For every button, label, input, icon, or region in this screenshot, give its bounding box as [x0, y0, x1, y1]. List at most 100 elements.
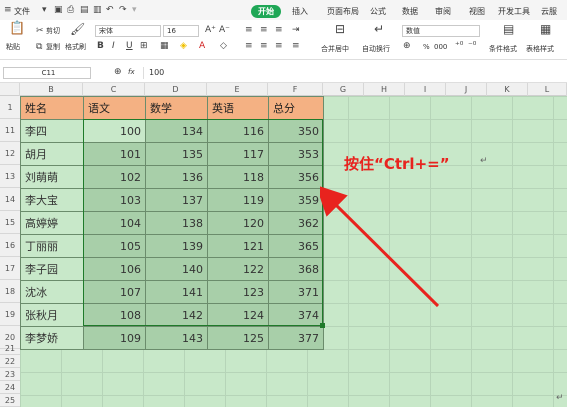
row-header[interactable]: 15 [0, 211, 20, 234]
cell-name[interactable]: 李梦娇 [20, 326, 84, 350]
tab-data[interactable]: 数据 [402, 6, 418, 17]
column-header[interactable]: G [323, 83, 364, 96]
column-header[interactable]: I [405, 83, 446, 96]
merge-center-button[interactable]: 合并居中 [321, 44, 349, 54]
column-header[interactable]: C [83, 83, 145, 96]
cell-name[interactable]: 沈冰 [20, 280, 84, 304]
cell-value[interactable]: 104 [83, 211, 146, 235]
bold-button[interactable]: B [97, 41, 104, 51]
cell-value[interactable]: 108 [83, 303, 146, 327]
menu-file[interactable]: 文件 [14, 6, 30, 17]
justify-icon[interactable]: ≡ [292, 41, 300, 51]
cell-value[interactable]: 122 [207, 257, 269, 281]
preview-icon[interactable]: ▥ [93, 5, 102, 15]
tab-view[interactable]: 视图 [469, 6, 485, 17]
cell-value[interactable]: 102 [83, 165, 146, 189]
cell-value[interactable]: 124 [207, 303, 269, 327]
cell-value[interactable]: 105 [83, 234, 146, 258]
cell-value[interactable]: 142 [145, 303, 208, 327]
shrink-font-icon[interactable]: A⁻ [219, 25, 230, 35]
cell-name[interactable]: 胡月 [20, 142, 84, 166]
tab-formula[interactable]: 公式 [370, 6, 386, 17]
conditional-format-button[interactable]: 条件格式 [489, 44, 517, 54]
cell-value[interactable]: 359 [268, 188, 324, 212]
name-box[interactable]: C11 [3, 67, 91, 79]
clear-format-icon[interactable]: ◇ [220, 41, 227, 51]
export-icon[interactable]: ⎙ [67, 5, 74, 15]
indent-icon[interactable]: ⇥ [292, 25, 300, 35]
row-header[interactable]: 16 [0, 234, 20, 257]
cell-value[interactable]: 368 [268, 257, 324, 281]
print-icon[interactable]: ▤ [80, 5, 89, 15]
tab-developer[interactable]: 开发工具 [498, 6, 530, 17]
select-all-corner[interactable] [0, 83, 20, 96]
italic-button[interactable]: I [112, 41, 115, 51]
row-header[interactable]: 19 [0, 303, 20, 326]
align-top-icon[interactable]: ≡ [245, 25, 253, 35]
currency-icon[interactable]: ⊕ [403, 41, 411, 51]
zoom-icon[interactable]: ⊕ [114, 67, 122, 77]
cell-value[interactable]: 109 [83, 326, 146, 350]
merge-center-icon[interactable]: ⊟ [335, 23, 345, 35]
cell-value[interactable]: 377 [268, 326, 324, 350]
thousands-button[interactable]: 000 [434, 43, 447, 51]
column-header[interactable]: D [145, 83, 207, 96]
font-size-select[interactable]: 16 [163, 25, 199, 37]
cell-value[interactable]: 119 [207, 188, 269, 212]
cell-value[interactable]: 107 [83, 280, 146, 304]
cell-value[interactable]: 121 [207, 234, 269, 258]
align-center-icon[interactable]: ≡ [260, 41, 268, 51]
cell-value[interactable]: 371 [268, 280, 324, 304]
cell-value[interactable]: 135 [145, 142, 208, 166]
cell-name[interactable]: 高婷婷 [20, 211, 84, 235]
cell-value[interactable]: 134 [145, 119, 208, 143]
align-middle-icon[interactable]: ≡ [260, 25, 268, 35]
formula-input[interactable]: 100 [143, 67, 563, 79]
row-header[interactable]: 1 [0, 96, 20, 119]
number-format-select[interactable]: 数值 [402, 25, 480, 37]
cell-value[interactable]: 356 [268, 165, 324, 189]
header-math[interactable]: 数学 [145, 96, 208, 120]
row-header[interactable]: 11 [0, 119, 20, 142]
cell-name[interactable]: 李四 [20, 119, 84, 143]
header-name[interactable]: 姓名 [20, 96, 84, 120]
tab-cloud[interactable]: 云服 [541, 6, 557, 17]
highlight-icon[interactable]: ◈ [180, 41, 187, 51]
cell-value[interactable]: 117 [207, 142, 269, 166]
fill-color-icon[interactable]: ▦ [160, 41, 169, 51]
wrap-text-icon[interactable]: ↵ [374, 23, 384, 35]
border-icon[interactable]: ⊞ [140, 41, 148, 51]
row-header[interactable]: 24 [0, 381, 20, 394]
fx-icon[interactable]: fx [128, 68, 135, 76]
increase-decimal-icon[interactable]: ⁺⁰ [455, 41, 463, 51]
row-header[interactable]: 17 [0, 257, 20, 280]
tab-insert[interactable]: 插入 [292, 6, 308, 17]
cell-value[interactable]: 365 [268, 234, 324, 258]
save-icon[interactable]: ▣ [54, 5, 63, 15]
cell-value[interactable]: 103 [83, 188, 146, 212]
cell-value[interactable]: 138 [145, 211, 208, 235]
row-header[interactable]: 21 [0, 342, 20, 355]
cell-value[interactable]: 374 [268, 303, 324, 327]
cell-value[interactable]: 123 [207, 280, 269, 304]
font-name-select[interactable]: 宋体 [95, 25, 161, 37]
cell-value[interactable]: 118 [207, 165, 269, 189]
cell-value[interactable]: 141 [145, 280, 208, 304]
table-style-icon[interactable]: ▦ [540, 23, 551, 35]
column-header[interactable]: L [528, 83, 567, 96]
cut-button[interactable]: 剪切 [46, 26, 60, 36]
fill-handle[interactable] [320, 323, 325, 328]
cell-value[interactable]: 353 [268, 142, 324, 166]
cell-name[interactable]: 李子园 [20, 257, 84, 281]
grow-font-icon[interactable]: A⁺ [205, 25, 216, 35]
conditional-format-icon[interactable]: ▤ [503, 23, 514, 35]
cell-value[interactable]: 125 [207, 326, 269, 350]
header-english[interactable]: 英语 [207, 96, 269, 120]
paste-icon[interactable]: 📋 [9, 22, 25, 35]
cell-value[interactable]: 362 [268, 211, 324, 235]
align-right-icon[interactable]: ≡ [275, 41, 283, 51]
column-header[interactable]: H [364, 83, 405, 96]
header-chinese[interactable]: 语文 [83, 96, 146, 120]
header-total[interactable]: 总分 [268, 96, 324, 120]
row-header[interactable]: 18 [0, 280, 20, 303]
